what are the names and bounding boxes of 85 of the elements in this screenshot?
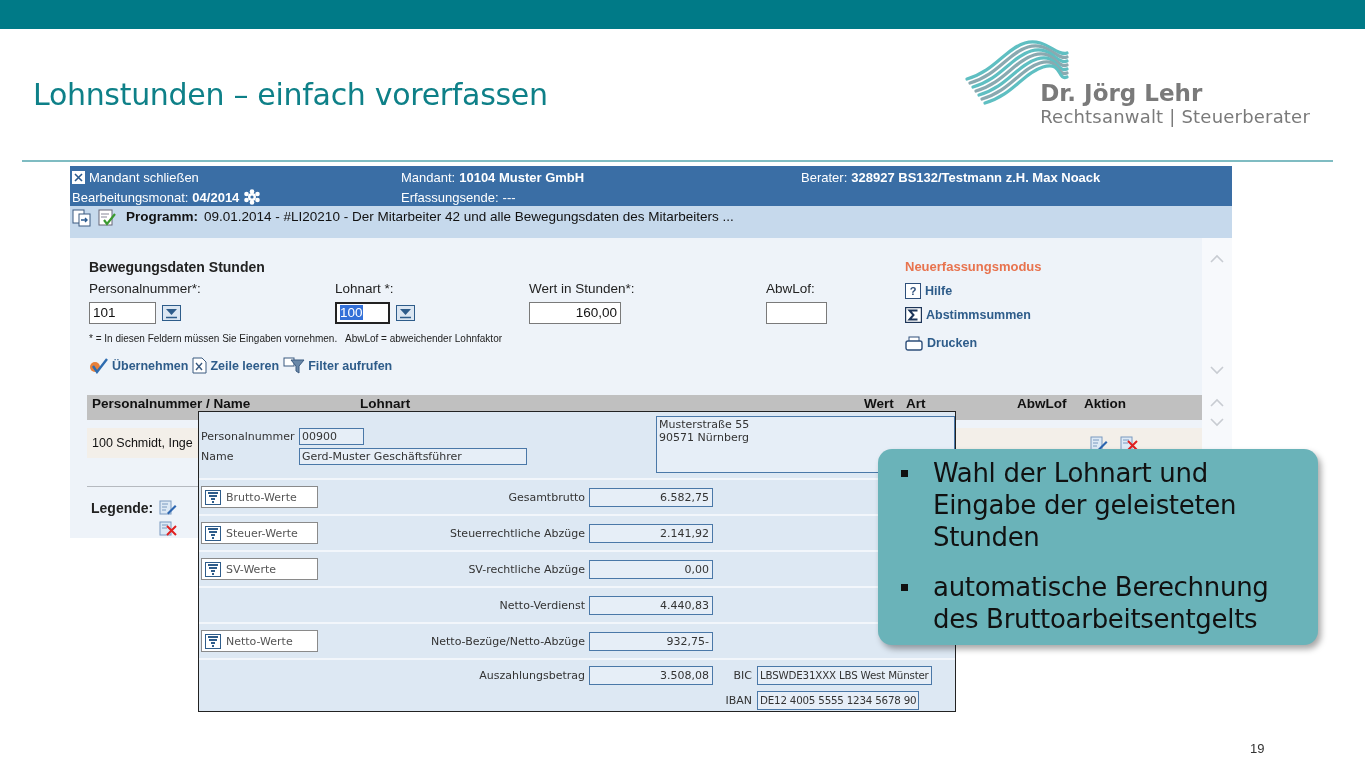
side-link[interactable]: ? Hilfe <box>905 279 1042 303</box>
amount-field: 6.582,75 <box>589 487 713 507</box>
bic-label: BIC <box>732 668 753 682</box>
amount-label: Netto-Verdienst <box>498 598 585 612</box>
input-field[interactable]: 160,00 <box>529 301 621 324</box>
filter-icon <box>205 525 221 541</box>
action-link[interactable]: Zeile leeren <box>192 357 280 375</box>
field-label: AbwLof: <box>766 280 816 298</box>
printer-icon <box>905 335 923 351</box>
column-header: Aktion <box>1084 397 1127 411</box>
amount-field: 932,75- <box>589 631 713 651</box>
name-field[interactable]: Gerd-Muster Geschäftsführer <box>299 447 527 465</box>
advisor-value: 328927 BS132/Testmann z.H. Max Noack <box>851 169 1101 185</box>
iban-field: DE12 4005 5555 1234 5678 90 <box>757 690 920 710</box>
amount-field: 3.508,08 <box>589 665 713 685</box>
side-link[interactable]: Abstimmsummen <box>905 303 1042 327</box>
filter-icon <box>283 357 306 375</box>
logo-name: Dr. Jörg Lehr <box>1040 80 1204 106</box>
column-header: Personalnummer / Name <box>92 397 252 411</box>
required-note: * = In diesen Feldern müssen Sie Eingaben vornehmen. AbwLof = abweichender Lohnfaktor <box>89 332 504 346</box>
filter-icon <box>205 561 221 577</box>
amount-label: SV-rechtliche Abzüge <box>467 562 585 576</box>
bullet-text: automatische Berechnung des Bruttoarbeitsentgelts <box>933 571 1270 635</box>
field-label: Personalnummer*: <box>89 280 202 298</box>
amount-field: 2.141,92 <box>589 523 713 543</box>
check-icon <box>89 357 109 374</box>
action-link[interactable]: Filter aufrufen <box>283 357 393 375</box>
sigma-icon <box>905 307 922 323</box>
delete-icon <box>159 521 178 536</box>
month-value: 04/2014 <box>192 189 240 205</box>
input-field[interactable]: 100 <box>335 301 390 324</box>
advisor-label: Berater: <box>801 169 848 185</box>
client-value: 10104 Muster GmbH <box>459 169 585 185</box>
program-label: Programm: <box>126 209 198 224</box>
dropdown-icon[interactable] <box>162 304 181 321</box>
column-header: Art <box>906 397 927 411</box>
clear-row-icon <box>192 357 208 375</box>
input-field[interactable] <box>766 301 827 324</box>
month-label: Bearbeitungsmonat: <box>72 189 189 205</box>
values-button[interactable]: Netto-Werte <box>201 630 318 652</box>
amount-field: 4.440,83 <box>589 595 713 615</box>
filter-icon <box>205 489 221 505</box>
column-header: Wert <box>864 397 895 411</box>
dropdown-icon[interactable] <box>396 304 415 321</box>
side-link[interactable]: Drucken <box>905 331 1042 355</box>
values-button[interactable]: SV-Werte <box>201 558 318 580</box>
bullet-icon <box>901 470 908 477</box>
bic-field: LBSWDE31XXX LBS West Münster <box>757 665 932 685</box>
values-button[interactable]: Brutto-Werte <box>201 486 318 508</box>
close-icon[interactable] <box>72 170 85 184</box>
amount-label: Steuerrechtliche Abzüge <box>449 526 585 540</box>
amount-label: Gesamtbrutto <box>507 490 585 504</box>
personnel-label: Personalnummer <box>201 429 296 443</box>
edit-icon <box>159 500 178 515</box>
help-icon: ? <box>905 283 921 299</box>
amount-label: Auszahlungsbetrag <box>478 668 585 682</box>
field-label: Wert in Stunden*: <box>529 280 636 298</box>
field-label: Lohnart *: <box>335 280 395 298</box>
mode-label: Neuerfassungsmodus <box>905 259 1042 276</box>
values-button[interactable]: Steuer-Werte <box>201 522 318 544</box>
action-link[interactable]: Übernehmen <box>89 357 189 374</box>
program-text: 09.01.2014 - #LI20210 - Der Mitarbeiter 42 und alle Bewegungsdaten des Mitarbeiters ... <box>204 209 734 224</box>
end-value: --- <box>502 189 516 205</box>
column-header: Lohnart <box>360 397 412 411</box>
document-arrow-icon[interactable] <box>72 209 92 227</box>
amount-field: 0,00 <box>589 559 713 579</box>
bullet-icon <box>901 584 908 591</box>
form-title: Bewegungsdaten Stunden <box>89 259 266 277</box>
input-field[interactable]: 101 <box>89 301 156 324</box>
legend-label: Legende: <box>91 500 154 518</box>
filter-icon <box>205 633 221 649</box>
close-client-link[interactable]: Mandant schließen <box>89 169 199 185</box>
logo-tagline: Rechtsanwalt | Steuerberater <box>1040 106 1310 128</box>
client-label: Mandant: <box>401 169 456 185</box>
amount-label: Netto-Bezüge/Netto-Abzüge <box>430 634 585 648</box>
iban-label: IBAN <box>724 693 753 707</box>
gear-icon[interactable] <box>243 189 262 205</box>
column-header: AbwLof <box>1017 397 1068 411</box>
end-label: Erfassungsende: <box>401 189 499 205</box>
checklist-icon[interactable] <box>98 209 118 227</box>
page-number: 19 <box>1250 741 1265 756</box>
personnel-field[interactable]: 00900 <box>299 427 364 445</box>
slide-title: Lohnstunden – einfach vorerfassen <box>33 77 548 114</box>
name-label: Name <box>201 449 235 463</box>
edit-icon[interactable] <box>1090 435 1108 451</box>
